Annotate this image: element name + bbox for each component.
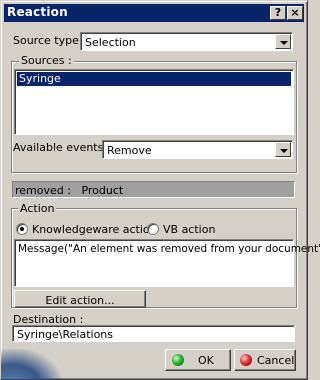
cancel-button[interactable]: Cancel <box>234 349 296 371</box>
edit-action-button[interactable]: Edit action... <box>14 290 146 308</box>
destination-value: Syringe\Relations <box>17 328 114 341</box>
decorative-corner-image <box>1 349 61 379</box>
window-title: Reaction <box>7 5 68 19</box>
destination-field[interactable]: Syringe\Relations <box>12 325 295 342</box>
ok-label: OK <box>198 354 214 367</box>
source-type-value: Selection <box>85 36 136 49</box>
help-button[interactable]: ? <box>270 6 286 20</box>
action-group-title: Action <box>18 202 57 215</box>
knowledgeware-radio-label[interactable]: Knowledgeware action <box>32 223 157 236</box>
action-script-textarea[interactable]: Message("An element was removed from you… <box>14 239 320 287</box>
chevron-down-icon[interactable] <box>275 142 291 157</box>
action-script-text: Message("An element was removed from you… <box>18 243 320 255</box>
vb-action-radio-label[interactable]: VB action <box>163 223 215 236</box>
source-type-label: Source type : <box>13 34 87 47</box>
knowledgeware-radio[interactable] <box>16 223 28 235</box>
title-bar[interactable]: Reaction ? × <box>4 4 304 22</box>
ok-button[interactable]: OK <box>165 349 231 371</box>
vb-action-radio[interactable] <box>147 223 159 235</box>
edit-action-label: Edit action... <box>45 294 115 307</box>
available-events-label: Available events : <box>13 141 111 154</box>
list-item-selected[interactable]: Syringe <box>17 72 291 86</box>
source-type-dropdown[interactable]: Selection <box>80 32 293 51</box>
available-events-dropdown[interactable]: Remove <box>102 140 293 159</box>
event-status-bar: removed : Product <box>12 181 295 198</box>
cancel-label: Cancel <box>257 354 295 367</box>
reaction-dialog: Reaction ? × Source type : Selection Sou… <box>0 0 320 380</box>
sources-list[interactable]: Syringe <box>14 69 294 135</box>
available-events-value: Remove <box>107 144 152 157</box>
green-ball-icon <box>172 354 184 366</box>
event-status-text: removed : Product <box>15 184 124 197</box>
close-button[interactable]: × <box>287 6 303 20</box>
chevron-down-icon[interactable] <box>275 34 291 49</box>
sources-group-title: Sources : <box>19 54 74 67</box>
red-ball-icon <box>240 354 252 366</box>
